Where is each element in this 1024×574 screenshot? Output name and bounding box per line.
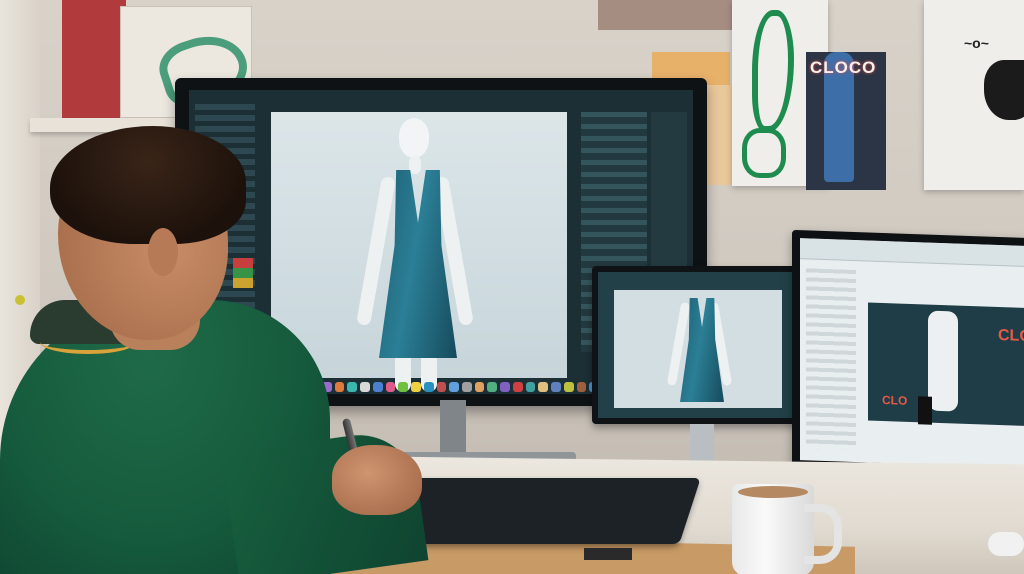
dock-app-icon[interactable] [347, 382, 358, 392]
poster-logo: CLOCO [810, 58, 877, 77]
monitor-stand [440, 400, 466, 454]
poster-scribble: ~o~ [964, 35, 989, 51]
desk-card [584, 548, 632, 560]
dock-app-icon[interactable] [512, 382, 523, 392]
dock-app-icon[interactable] [551, 382, 561, 392]
boot-sketch [918, 396, 932, 425]
mug-handle [804, 504, 842, 564]
brand-logo: CLO [998, 327, 1024, 346]
computer-mouse[interactable] [988, 532, 1024, 556]
design-view[interactable]: CLO CLO [868, 302, 1024, 427]
poster-photo [598, 0, 738, 30]
dock-app-icon[interactable] [563, 382, 574, 392]
coffee-mug [732, 484, 814, 574]
dock-app-icon[interactable] [372, 382, 383, 392]
secondary-monitor [592, 266, 802, 424]
dock-app-icon[interactable] [385, 382, 396, 392]
mannequin-neck [409, 156, 421, 174]
figure-sketch [928, 310, 958, 412]
dock-app-icon[interactable] [538, 382, 549, 392]
dock-app-icon[interactable] [487, 382, 498, 392]
third-monitor: CLO CLO [792, 229, 1024, 479]
poster-fashion: CLOCO [806, 52, 886, 190]
app-toolbar[interactable] [800, 238, 1024, 268]
dock-app-icon[interactable] [449, 382, 460, 392]
secondary-screen [598, 272, 796, 418]
dock-app-icon[interactable] [500, 382, 510, 392]
dock-app-icon[interactable] [411, 382, 421, 392]
person-hand [332, 445, 422, 515]
dock-app-icon[interactable] [462, 382, 472, 392]
scene: CLOCO ~o~ CLO CLO [0, 0, 1024, 574]
dock-app-icon[interactable] [474, 382, 485, 392]
person-ear [148, 228, 178, 276]
secondary-viewport[interactable] [614, 290, 782, 408]
person-hair [50, 126, 246, 244]
wall-pin [15, 295, 25, 305]
sticky-note [705, 85, 733, 185]
poster-boot-image [984, 60, 1024, 120]
dock-app-icon[interactable] [360, 382, 370, 392]
dock-app-icon[interactable] [423, 382, 434, 392]
file-list[interactable] [806, 268, 856, 451]
dock-app-icon[interactable] [436, 382, 447, 392]
shelf-red-binder [62, 0, 126, 120]
dock-app-icon[interactable] [398, 382, 409, 392]
dock-app-icon[interactable] [525, 382, 536, 392]
poster-boot: ~o~ [924, 0, 1024, 190]
mannequin-head [399, 118, 429, 158]
brand-logo-small: CLO [882, 392, 908, 408]
dock-app-icon[interactable] [334, 382, 345, 392]
third-screen: CLO CLO [800, 238, 1024, 469]
dock-app-icon[interactable] [576, 382, 587, 392]
3d-viewport[interactable] [271, 112, 567, 392]
